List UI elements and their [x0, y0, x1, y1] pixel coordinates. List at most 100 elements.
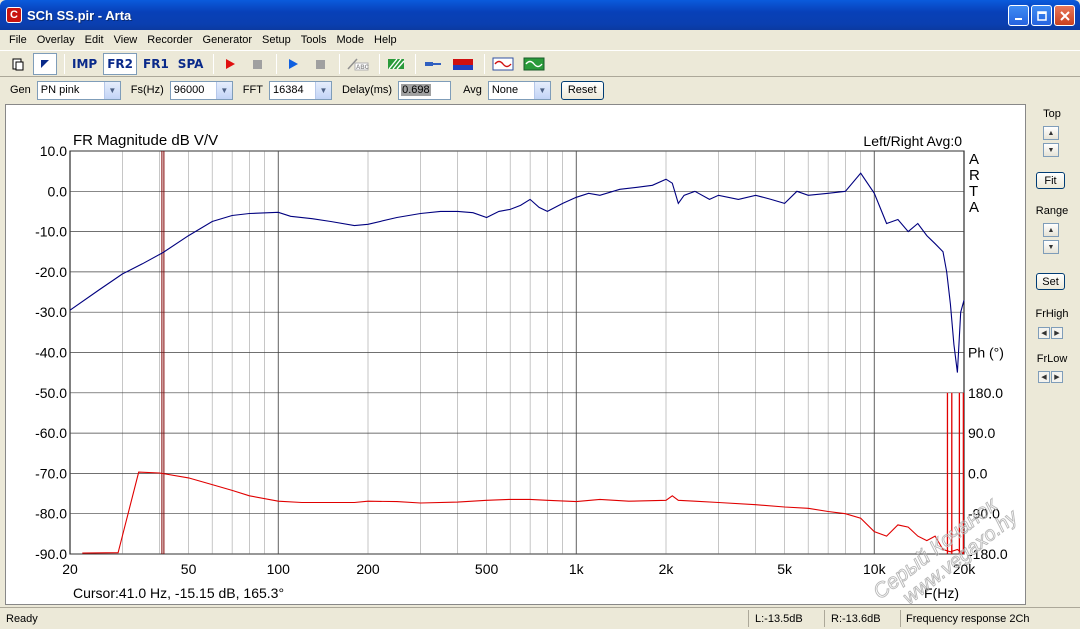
- generator-play-button[interactable]: [281, 53, 305, 75]
- fft-size-select[interactable]: 16384 ▼: [268, 80, 332, 100]
- play-red-icon: [226, 58, 236, 69]
- window-title: SCh SS.pir - Arta: [27, 7, 132, 23]
- spa-label: SPA: [177, 56, 204, 71]
- abc-button[interactable]: ABC: [344, 53, 372, 75]
- chevron-down-icon[interactable]: ▼: [103, 81, 120, 99]
- spa-mode-button[interactable]: SPA: [175, 53, 207, 75]
- status-mode: Frequency response 2Ch: [906, 613, 1030, 625]
- x-tick-label: 2k: [659, 561, 675, 577]
- delay-input[interactable]: 0.698: [398, 80, 452, 100]
- status-ready: Ready: [6, 613, 38, 625]
- averaging-value: None: [491, 84, 519, 96]
- status-separator: [900, 610, 901, 627]
- generator-value: PN pink: [40, 84, 80, 96]
- menu-help[interactable]: Help: [369, 34, 402, 46]
- play-blue-icon: [289, 58, 299, 69]
- menu-overlay[interactable]: Overlay: [32, 34, 80, 46]
- avg-label: Avg: [463, 84, 482, 96]
- filter-button[interactable]: [449, 53, 477, 75]
- top-up-button[interactable]: ▲: [1043, 126, 1059, 140]
- menu-edit[interactable]: Edit: [80, 34, 109, 46]
- probe-button[interactable]: [420, 53, 446, 75]
- app-icon[interactable]: C: [6, 7, 22, 23]
- frhigh-right-button[interactable]: ▶: [1051, 327, 1063, 339]
- channel-label: Left/Right Avg:0: [863, 133, 962, 149]
- waveform-icon: [492, 57, 514, 70]
- menu-setup[interactable]: Setup: [257, 34, 296, 46]
- open-file-icon: [12, 58, 24, 70]
- fs-label: Fs(Hz): [130, 84, 164, 96]
- maximize-icon: [1036, 10, 1047, 21]
- stop-icon: [253, 59, 263, 69]
- fit-button[interactable]: Fit: [1036, 172, 1065, 189]
- plot-area[interactable]: 10.0 0.0 -10.0 -20.0 -30.0 -40.0 -50.0 -60.0 -70…: [5, 104, 1026, 605]
- abc-icon: ABC: [347, 57, 369, 71]
- status-separator: [748, 610, 749, 627]
- minimize-button[interactable]: [1008, 5, 1029, 26]
- fft-size-value: 16384: [272, 84, 304, 96]
- reset-button[interactable]: Reset: [560, 80, 604, 100]
- arta-brand-letter: A: [969, 151, 979, 168]
- stripes-button[interactable]: [384, 53, 408, 75]
- maximize-button[interactable]: [1031, 5, 1052, 26]
- chevron-down-icon[interactable]: ▼: [215, 81, 232, 99]
- arrow-up-icon: ▲: [1047, 226, 1055, 234]
- delay-value: 0.698: [401, 84, 431, 96]
- arrow-left-icon: ◀: [1041, 330, 1047, 337]
- stop-icon: [316, 59, 326, 69]
- top-down-button[interactable]: ▼: [1043, 143, 1059, 157]
- stop-record-button[interactable]: [245, 53, 269, 75]
- x-tick-label: 20k: [953, 561, 977, 577]
- cursor-arrow-icon: [41, 59, 49, 68]
- arrow-down-icon: ▼: [1047, 243, 1055, 251]
- status-separator: [824, 610, 825, 627]
- fr2-mode-button[interactable]: FR2: [103, 52, 137, 75]
- set-button[interactable]: Set: [1036, 273, 1065, 290]
- menu-mode[interactable]: Mode: [331, 34, 369, 46]
- delay-label: Delay(ms): [341, 84, 393, 96]
- status-right-level: R:-13.6dB: [831, 613, 881, 625]
- cursor-mode-button[interactable]: [33, 52, 57, 75]
- status-left-level: L:-13.5dB: [755, 613, 803, 625]
- menu-file[interactable]: File: [4, 34, 32, 46]
- range-down-button[interactable]: ▼: [1043, 240, 1059, 254]
- chevron-down-icon[interactable]: ▼: [533, 81, 550, 99]
- fr1-mode-button[interactable]: FR1: [140, 53, 172, 75]
- chart-labels: 10.0 0.0 -10.0 -20.0 -30.0 -40.0 -50.0 -60.0 -70…: [35, 132, 1008, 601]
- title-bar: C SCh SS.pir - Arta: [0, 0, 1080, 30]
- phase-tick-label: 90.0: [968, 425, 995, 441]
- impulse-mode-button[interactable]: IMP: [69, 53, 100, 75]
- x-tick-label: 5k: [777, 561, 793, 577]
- close-button[interactable]: [1054, 5, 1075, 26]
- menu-generator[interactable]: Generator: [198, 34, 258, 46]
- arrow-right-icon: ▶: [1054, 374, 1060, 381]
- y-tick-label: 10.0: [40, 143, 67, 159]
- frlow-right-button[interactable]: ▶: [1051, 371, 1063, 383]
- y-tick-label: -30.0: [35, 304, 67, 320]
- range-up-button[interactable]: ▲: [1043, 223, 1059, 237]
- frhigh-label: FrHigh: [1035, 308, 1069, 320]
- menu-tools[interactable]: Tools: [296, 34, 332, 46]
- open-file-button[interactable]: [6, 53, 30, 75]
- x-tick-label: 20: [62, 561, 78, 577]
- phase-tick-label: -180.0: [968, 546, 1008, 562]
- x-tick-label: 200: [356, 561, 380, 577]
- frequency-response-chart[interactable]: 10.0 0.0 -10.0 -20.0 -30.0 -40.0 -50.0 -60.0 -70…: [6, 105, 1025, 604]
- sample-rate-select[interactable]: 96000 ▼: [169, 80, 233, 100]
- frhigh-left-button[interactable]: ◀: [1038, 327, 1050, 339]
- averaging-select[interactable]: None ▼: [487, 80, 551, 100]
- generator-select[interactable]: PN pink ▼: [36, 80, 121, 100]
- x-tick-label: 100: [267, 561, 291, 577]
- y-tick-label: -20.0: [35, 264, 67, 280]
- x-tick-label: 500: [475, 561, 499, 577]
- generator-stop-button[interactable]: [308, 53, 332, 75]
- frlow-left-button[interactable]: ◀: [1038, 371, 1050, 383]
- menu-recorder[interactable]: Recorder: [142, 34, 197, 46]
- y-tick-label: -50.0: [35, 385, 67, 401]
- menu-view[interactable]: View: [109, 34, 143, 46]
- record-button[interactable]: [218, 53, 242, 75]
- scope-button[interactable]: [520, 53, 548, 75]
- menu-bar: File Overlay Edit View Recorder Generato…: [0, 30, 1080, 49]
- chevron-down-icon[interactable]: ▼: [314, 81, 331, 99]
- waveform-button[interactable]: [489, 53, 517, 75]
